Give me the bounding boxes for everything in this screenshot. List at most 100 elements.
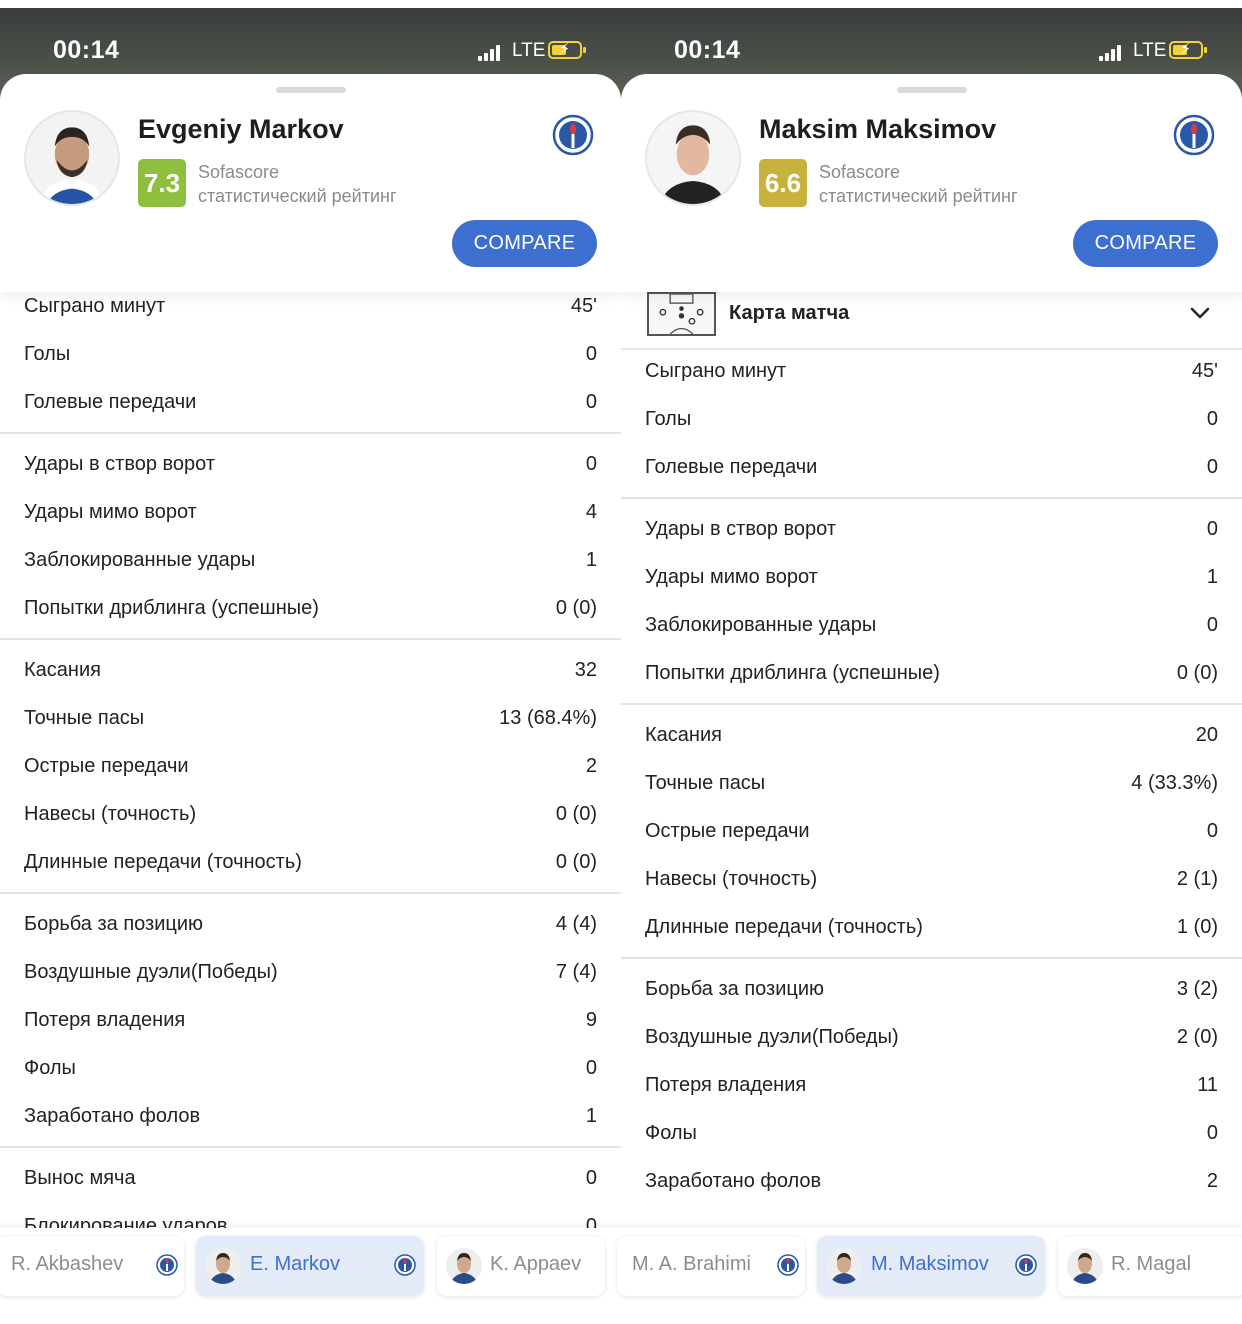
stat-label: Голевые передачи xyxy=(24,391,197,413)
stat-label: Потеря владения xyxy=(24,1009,186,1031)
stat-value: 0 xyxy=(1206,518,1218,540)
stat-row: Удары в створ ворот 0 xyxy=(621,511,1242,559)
section-divider xyxy=(621,497,1242,499)
stat-row: Фолы 0 xyxy=(621,1115,1242,1163)
stat-row: Сыграно минут 45' xyxy=(621,353,1242,401)
stat-label: Воздушные дуэли(Победы) xyxy=(645,1026,899,1048)
stat-label: Точные пасы xyxy=(24,707,145,729)
network-label: LTE xyxy=(512,40,546,61)
stat-label: Попытки дриблинга (успешные) xyxy=(645,662,940,684)
stat-value: 2 xyxy=(585,755,597,777)
club-logo-icon[interactable] xyxy=(552,114,594,156)
section-divider xyxy=(0,1146,621,1148)
status-time: 00:14 xyxy=(674,36,741,64)
status-time: 00:14 xyxy=(53,36,120,64)
stat-label: Удары мимо ворот xyxy=(24,501,197,523)
player-name: Maksim Maksimov xyxy=(759,114,997,144)
player-chip[interactable]: R. Akbashev xyxy=(0,1236,184,1296)
stat-row: Борьба за позицию 3 (2) xyxy=(621,971,1242,1019)
stat-value: 0 xyxy=(1206,408,1218,430)
player-chip[interactable]: E. Markov xyxy=(196,1236,424,1296)
chevron-down-icon[interactable] xyxy=(1189,304,1211,322)
club-logo-icon xyxy=(394,1254,416,1276)
sheet-grabber[interactable] xyxy=(276,87,346,93)
rating-badge: 6.6 xyxy=(759,159,807,207)
right-panel: 00:14 LTE ⚡ Maksim Maksimov 6.6 Sofascor… xyxy=(621,0,1242,1324)
stat-row: Попытки дриблинга (успешные) 0 (0) xyxy=(621,655,1242,703)
stat-label: Голы xyxy=(645,408,692,430)
stat-row: Удары мимо ворот 4 xyxy=(0,494,621,542)
section-divider xyxy=(621,703,1242,705)
stat-row: Касания 20 xyxy=(621,717,1242,765)
player-switcher-bar: R. Akbashev E. Markov K. Appaev M. A. Brahi… xyxy=(0,1228,1242,1324)
stat-value: 45' xyxy=(570,295,597,317)
section-divider xyxy=(621,957,1242,959)
stat-row: Заблокированные удары 0 xyxy=(621,607,1242,655)
stat-row: Воздушные дуэли(Победы) 7 (4) xyxy=(0,954,621,1002)
player-chip[interactable]: M. A. Brahimi xyxy=(617,1236,805,1296)
stat-value: 0 xyxy=(585,1057,597,1079)
stat-label: Удары в створ ворот xyxy=(24,453,216,475)
stat-row: Заблокированные удары 1 xyxy=(0,542,621,590)
player-avatar xyxy=(645,110,741,206)
player-chip[interactable]: R. Magal xyxy=(1058,1236,1242,1296)
stat-row: Воздушные дуэли(Победы) 2 (0) xyxy=(621,1019,1242,1067)
player-chip-name: K. Appaev xyxy=(490,1253,582,1275)
rating-label: Sofascore статистический рейтинг xyxy=(198,160,397,208)
stat-label: Заработано фолов xyxy=(24,1105,201,1127)
stat-row: Удары мимо ворот 1 xyxy=(621,559,1242,607)
stat-row: Касания 32 xyxy=(0,652,621,700)
stat-label: Потеря владения xyxy=(645,1074,807,1096)
stat-value: 7 (4) xyxy=(555,961,597,983)
stat-value: 0 xyxy=(1206,820,1218,842)
stat-label: Касания xyxy=(24,659,101,681)
club-logo-icon[interactable] xyxy=(1173,114,1215,156)
stat-label: Вынос мяча xyxy=(24,1167,136,1189)
stat-label: Точные пасы xyxy=(645,772,766,794)
stat-label: Голы xyxy=(24,343,71,365)
stat-row: Борьба за позицию 4 (4) xyxy=(0,906,621,954)
player-chip[interactable]: M. Maksimov xyxy=(817,1236,1045,1296)
section-divider xyxy=(0,432,621,434)
match-map-row[interactable]: Карта матча xyxy=(621,292,1242,350)
compare-button[interactable]: COMPARE xyxy=(452,220,597,267)
stat-row: Попытки дриблинга (успешные) 0 (0) xyxy=(0,590,621,638)
club-logo-icon xyxy=(777,1254,799,1276)
stat-value: 0 xyxy=(1206,1122,1218,1144)
battery-icon: ⚡ xyxy=(548,41,586,59)
stat-label: Попытки дриблинга (успешные) xyxy=(24,597,319,619)
player-chip-name: E. Markov xyxy=(250,1253,341,1275)
stat-row: Потеря владения 9 xyxy=(0,1002,621,1050)
stat-value: 0 (0) xyxy=(555,851,597,873)
stat-row: Потеря владения 11 xyxy=(621,1067,1242,1115)
sheet-grabber[interactable] xyxy=(897,87,967,93)
battery-icon: ⚡ xyxy=(1169,41,1207,59)
player-chip[interactable]: K. Appaev xyxy=(437,1236,605,1296)
rating-label: Sofascore статистический рейтинг xyxy=(819,160,1018,208)
stat-label: Борьба за позицию xyxy=(24,913,204,935)
stat-value: 4 xyxy=(585,501,597,523)
stat-row: Голевые передачи 0 xyxy=(621,449,1242,497)
stat-value: 3 (2) xyxy=(1176,978,1218,1000)
stat-value: 11 xyxy=(1197,1074,1218,1096)
rating-source: Sofascore xyxy=(819,162,901,182)
stat-value: 0 (0) xyxy=(555,597,597,619)
player-name: Evgeniy Markov xyxy=(138,114,344,144)
left-panel: 00:14 LTE ⚡ Evgeniy Markov 7.3 Sofascore… xyxy=(0,0,621,1324)
stat-row: Вынос мяча 0 xyxy=(0,1160,621,1208)
network-label: LTE xyxy=(1133,40,1167,61)
section-divider xyxy=(0,892,621,894)
stat-value: 1 xyxy=(585,549,597,571)
stat-label: Острые передачи xyxy=(24,755,189,777)
stat-label: Касания xyxy=(645,724,722,746)
stat-row: Острые передачи 0 xyxy=(621,813,1242,861)
stat-value: 0 xyxy=(585,343,597,365)
compare-button[interactable]: COMPARE xyxy=(1073,220,1218,267)
stat-value: 13 (68.4%) xyxy=(499,707,597,729)
stat-label: Заблокированные удары xyxy=(645,614,877,636)
stat-label: Острые передачи xyxy=(645,820,810,842)
section-divider xyxy=(0,638,621,640)
stat-label: Борьба за позицию xyxy=(645,978,825,1000)
stat-row: Точные пасы 13 (68.4%) xyxy=(0,700,621,748)
stat-label: Фолы xyxy=(645,1122,697,1144)
